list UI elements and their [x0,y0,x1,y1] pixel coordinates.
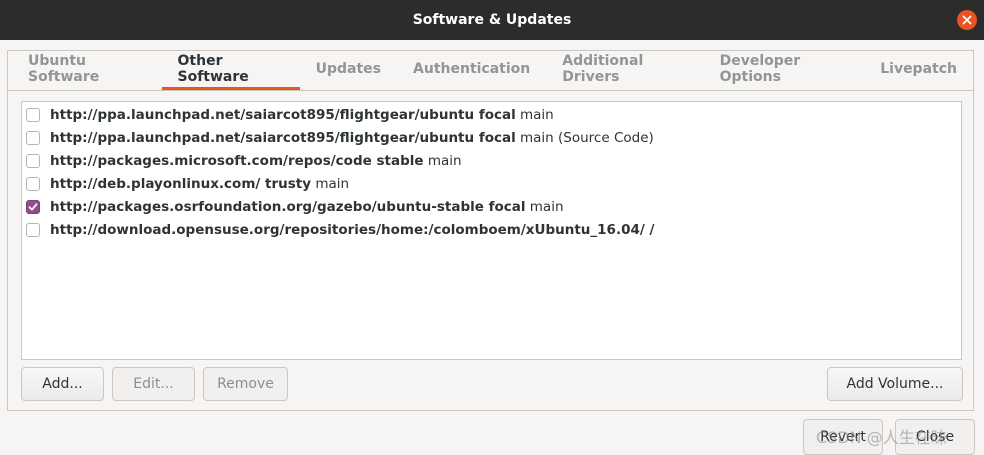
edit-button[interactable]: Edit... [112,367,195,401]
source-uri: http://download.opensuse.org/repositorie… [50,221,655,238]
source-row[interactable]: http://download.opensuse.org/repositorie… [22,218,961,241]
sources-list[interactable]: http://ppa.launchpad.net/saiarcot895/fli… [21,101,962,360]
window-titlebar: Software & Updates [0,0,984,40]
source-checkbox[interactable] [26,222,40,237]
source-component: main [311,175,350,192]
tab-livepatch[interactable]: Livepatch [864,51,973,90]
tab-authentication[interactable]: Authentication [397,51,546,90]
tab-ubuntu-software[interactable]: Ubuntu Software [8,51,162,90]
source-uri: http://ppa.launchpad.net/saiarcot895/fli… [50,129,516,146]
source-checkbox[interactable] [26,199,40,214]
other-software-panel: http://ppa.launchpad.net/saiarcot895/fli… [8,91,973,410]
tab-developer-options[interactable]: Developer Options [704,51,865,90]
source-component: main [525,198,564,215]
revert-button[interactable]: Revert [803,419,883,455]
remove-button[interactable]: Remove [203,367,288,401]
source-row[interactable]: http://packages.microsoft.com/repos/code… [22,149,961,172]
source-row[interactable]: http://packages.osrfoundation.org/gazebo… [22,195,961,218]
source-uri: http://deb.playonlinux.com/ trusty [50,175,312,192]
source-row[interactable]: http://ppa.launchpad.net/saiarcot895/fli… [22,103,961,126]
notebook: Ubuntu Software Other Software Updates A… [7,50,974,411]
close-icon [962,15,972,25]
source-checkbox[interactable] [26,107,40,122]
source-row[interactable]: http://deb.playonlinux.com/ trusty main [22,172,961,195]
source-row[interactable]: http://ppa.launchpad.net/saiarcot895/fli… [22,126,961,149]
source-component: main [515,106,554,123]
source-component: main [423,152,462,169]
source-uri: http://packages.osrfoundation.org/gazebo… [50,198,526,215]
tab-updates[interactable]: Updates [300,51,397,90]
add-button[interactable]: Add... [21,367,104,401]
source-uri: http://packages.microsoft.com/repos/code… [50,152,424,169]
source-component: main (Source Code) [515,129,654,146]
source-uri: http://ppa.launchpad.net/saiarcot895/fli… [50,106,516,123]
tab-other-software[interactable]: Other Software [161,51,300,90]
add-volume-button[interactable]: Add Volume... [827,367,963,401]
source-checkbox[interactable] [26,176,40,191]
window-title: Software & Updates [412,12,572,28]
close-button[interactable]: Close [895,419,975,455]
window-close-button[interactable] [957,10,977,30]
tab-bar: Ubuntu Software Other Software Updates A… [8,51,973,91]
tab-additional-drivers[interactable]: Additional Drivers [546,51,703,90]
source-checkbox[interactable] [26,153,40,168]
checkmark-icon [28,202,38,210]
source-checkbox[interactable] [26,130,40,145]
